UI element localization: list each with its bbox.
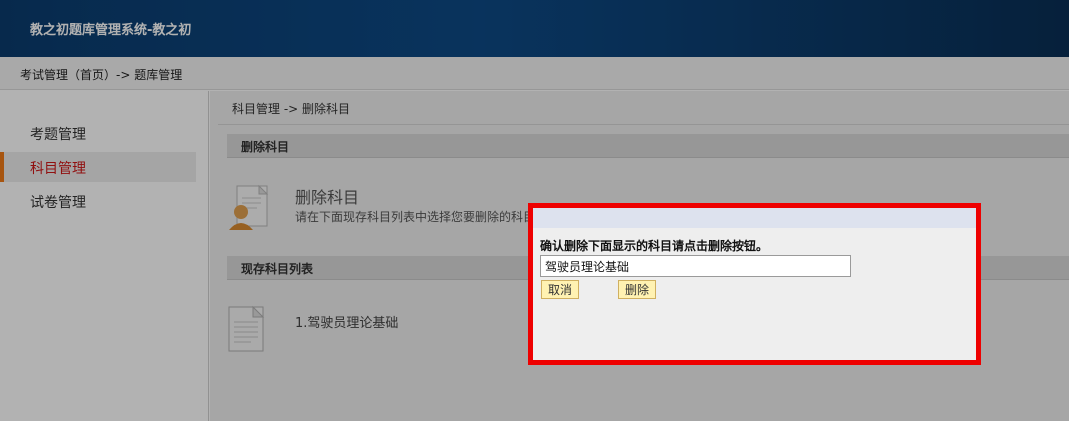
dialog-titlebar[interactable] [533, 208, 976, 228]
delete-confirm-dialog: 确认删除下面显示的科目请点击删除按钮。 取消 删除 [528, 203, 981, 365]
delete-button[interactable]: 删除 [618, 280, 657, 299]
subject-name-field[interactable] [540, 255, 851, 277]
cancel-button[interactable]: 取消 [541, 280, 580, 299]
dialog-message: 确认删除下面显示的科目请点击删除按钮。 [540, 239, 769, 253]
